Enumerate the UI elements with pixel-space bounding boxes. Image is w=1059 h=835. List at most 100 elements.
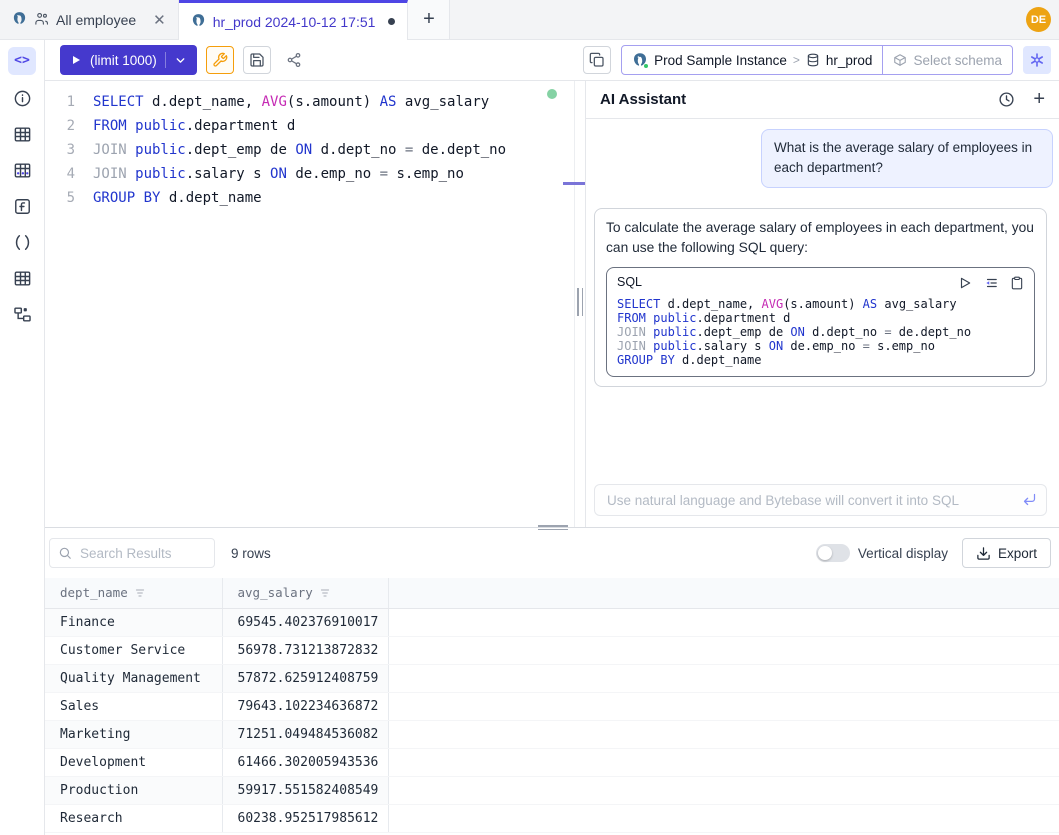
- table-cell[interactable]: Sales: [45, 692, 222, 720]
- postgres-icon: [632, 52, 648, 68]
- chat-area: What is the average salary of employees …: [586, 119, 1059, 527]
- table-row[interactable]: Customer Service56978.731213872832: [45, 636, 1059, 664]
- chevron-down-icon: [174, 54, 187, 67]
- close-tab-icon[interactable]: ✕: [153, 11, 166, 29]
- table-cell[interactable]: Production: [45, 776, 222, 804]
- sidebar-item-info[interactable]: [11, 87, 33, 109]
- format-wrench-button[interactable]: [206, 46, 234, 74]
- export-button[interactable]: Export: [962, 538, 1051, 568]
- status-green-dot: [643, 63, 649, 69]
- tab-hr-prod[interactable]: hr_prod 2024-10-12 17:51: [179, 0, 409, 40]
- copy-clipboard-icon[interactable]: [1010, 276, 1024, 290]
- table-cell[interactable]: Research: [45, 804, 222, 832]
- table-cell[interactable]: 71251.049484536082: [222, 720, 388, 748]
- column-header-avg-salary[interactable]: avg_salary: [222, 578, 388, 608]
- sidebar-item-schema-diagram[interactable]: [11, 303, 33, 325]
- panel-vertical-divider[interactable]: [575, 81, 585, 527]
- schema-selector[interactable]: Select schema: [882, 46, 1012, 74]
- code-line: 3JOIN public.dept_emp de ON d.dept_no = …: [45, 138, 574, 162]
- batch-mode-button[interactable]: [583, 46, 611, 74]
- table-cell[interactable]: 69545.402376910017: [222, 608, 388, 636]
- table-row[interactable]: Quality Management57872.625912408759: [45, 664, 1059, 692]
- line-number: 5: [45, 186, 75, 210]
- table-cell[interactable]: 57872.625912408759: [222, 664, 388, 692]
- code-line: JOIN public.salary s ON de.emp_no = s.em…: [617, 339, 1024, 353]
- history-clock-icon[interactable]: [998, 91, 1015, 108]
- ai-prompt-input[interactable]: [594, 484, 1047, 516]
- table-cell[interactable]: 79643.102234636872: [222, 692, 388, 720]
- ai-assistant-header: AI Assistant +: [586, 81, 1059, 119]
- insert-into-editor-icon[interactable]: [984, 276, 998, 290]
- sidebar-item-tables[interactable]: [11, 123, 33, 145]
- table-row[interactable]: Finance69545.402376910017: [45, 608, 1059, 636]
- table-cell[interactable]: Customer Service: [45, 636, 222, 664]
- tab-label: All employee: [56, 12, 136, 28]
- shared-worksheet-icon: [34, 11, 49, 29]
- user-avatar[interactable]: DE: [1026, 7, 1051, 32]
- table-cell[interactable]: 56978.731213872832: [222, 636, 388, 664]
- unsaved-dot-icon: [388, 18, 395, 25]
- tab-all-employee[interactable]: All employee ✕: [0, 0, 179, 39]
- line-number: 2: [45, 114, 75, 138]
- breadcrumb-separator: >: [793, 53, 800, 67]
- database-name: hr_prod: [826, 53, 873, 68]
- sidebar-item-procedures[interactable]: [11, 231, 33, 253]
- sidebar-item-views[interactable]: [11, 267, 33, 289]
- table-cell[interactable]: 60238.952517985612: [222, 804, 388, 832]
- column-header-filler: [388, 578, 1059, 608]
- sort-icon: [134, 587, 146, 599]
- row-count: 9 rows: [231, 546, 271, 561]
- code-line: JOIN public.dept_emp de ON d.dept_no = d…: [617, 325, 1024, 339]
- table-row[interactable]: Marketing71251.049484536082: [45, 720, 1059, 748]
- assistant-response-text: To calculate the average salary of emplo…: [606, 220, 1034, 255]
- table-cell[interactable]: 61466.302005943536: [222, 748, 388, 776]
- sql-block-label: SQL: [617, 273, 642, 292]
- table-cell[interactable]: Quality Management: [45, 664, 222, 692]
- column-header-dept-name[interactable]: dept_name: [45, 578, 222, 608]
- tab-label: hr_prod 2024-10-12 17:51: [213, 14, 376, 30]
- table-cell[interactable]: Finance: [45, 608, 222, 636]
- table-cell[interactable]: 59917.551582408549: [222, 776, 388, 804]
- sql-code-editor[interactable]: 1SELECT d.dept_name, AVG(s.amount) AS av…: [45, 81, 575, 527]
- database-icon: [806, 53, 820, 67]
- instance-database-selector[interactable]: Prod Sample Instance > hr_prod: [622, 46, 882, 74]
- search-results-input[interactable]: [49, 538, 215, 568]
- sidebar-item-external-tables[interactable]: [11, 159, 33, 181]
- new-tab-button[interactable]: +: [408, 0, 450, 39]
- save-button[interactable]: [243, 46, 271, 74]
- worksheet-tabbar: All employee ✕ hr_prod 2024-10-12 17:51 …: [0, 0, 1059, 40]
- table-row[interactable]: Research60238.952517985612: [45, 804, 1059, 832]
- user-message-bubble: What is the average salary of employees …: [761, 129, 1053, 188]
- sql-code-block: SQL SELECT d.dept_name, AVG(s.amount) AS…: [606, 267, 1035, 377]
- connection-selector: Prod Sample Instance > hr_prod Select sc…: [621, 45, 1013, 75]
- worksheet-code-button[interactable]: <>: [8, 47, 36, 75]
- table-cell[interactable]: Marketing: [45, 720, 222, 748]
- table-cell: [388, 804, 1059, 832]
- cube-icon: [893, 53, 907, 67]
- sidebar-item-functions[interactable]: [11, 195, 33, 217]
- share-button[interactable]: [280, 46, 308, 74]
- table-cell: [388, 748, 1059, 776]
- editor-toolbar: (limit 1000) Prod Sample Instance: [45, 40, 1059, 81]
- vertical-resize-handle[interactable]: [577, 288, 583, 316]
- sql-code-content: SELECT d.dept_name, AVG(s.amount) AS avg…: [607, 293, 1034, 376]
- horizontal-resize-handle[interactable]: [538, 525, 568, 530]
- new-chat-icon[interactable]: +: [1033, 91, 1045, 108]
- table-row[interactable]: Sales79643.102234636872: [45, 692, 1059, 720]
- sort-icon: [319, 587, 331, 599]
- run-query-button[interactable]: (limit 1000): [60, 45, 197, 75]
- vertical-display-toggle[interactable]: [816, 544, 850, 562]
- run-sql-icon[interactable]: [958, 276, 972, 290]
- results-panel: 9 rows Vertical display Export: [45, 527, 1059, 835]
- ai-assistant-button[interactable]: [1023, 46, 1051, 74]
- postgres-icon: [12, 11, 27, 29]
- table-cell: [388, 720, 1059, 748]
- code-line: 4JOIN public.salary s ON de.emp_no = s.e…: [45, 162, 574, 186]
- table-cell[interactable]: Development: [45, 748, 222, 776]
- line-number: 4: [45, 162, 75, 186]
- table-row[interactable]: Production59917.551582408549: [45, 776, 1059, 804]
- table-row[interactable]: Development61466.302005943536: [45, 748, 1059, 776]
- download-icon: [976, 546, 991, 561]
- enter-icon[interactable]: [1022, 492, 1037, 512]
- table-cell: [388, 608, 1059, 636]
